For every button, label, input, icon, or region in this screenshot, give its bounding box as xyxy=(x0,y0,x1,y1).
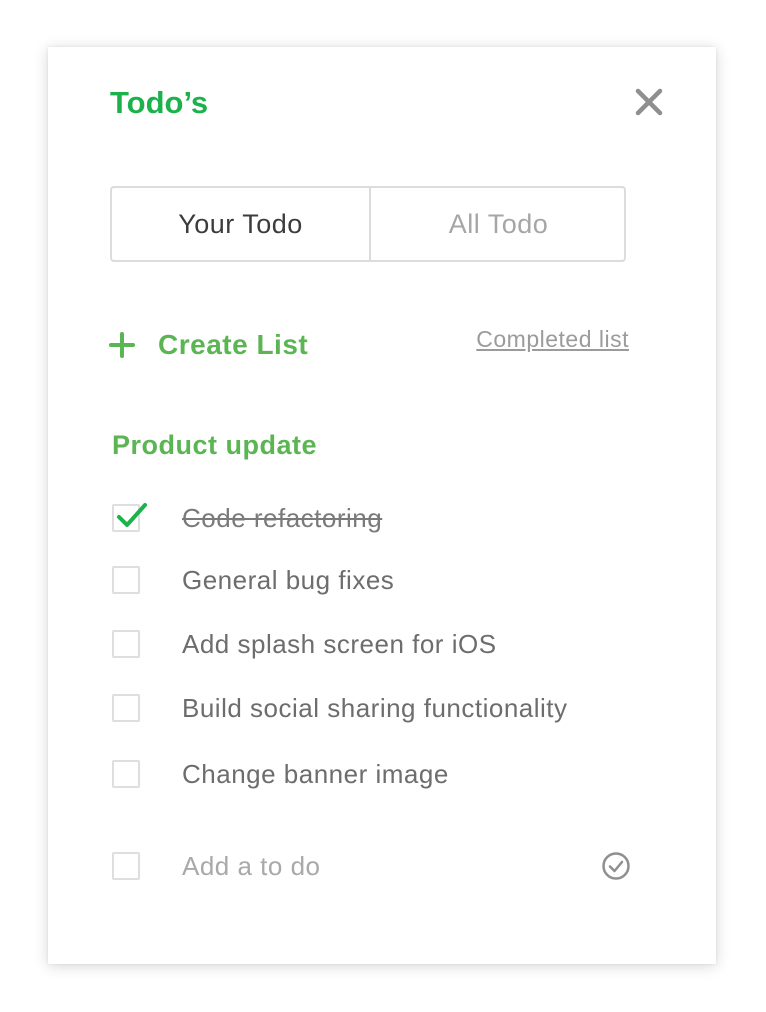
task-checkbox[interactable] xyxy=(112,503,147,532)
close-button[interactable] xyxy=(632,85,666,119)
task-label: Change banner image xyxy=(182,758,449,789)
task-label: Build social sharing functionality xyxy=(182,692,568,723)
panel-title: Todo’s xyxy=(110,85,209,120)
add-todo-input[interactable] xyxy=(182,850,592,882)
list-item: General bug fixes xyxy=(112,563,394,597)
task-checkbox[interactable] xyxy=(112,630,140,658)
plus-icon xyxy=(109,332,135,358)
list-title: Product update xyxy=(112,430,318,460)
checkmark-icon xyxy=(117,503,147,527)
list-item: Build social sharing functionality xyxy=(112,691,568,725)
add-todo-checkbox[interactable] xyxy=(112,852,140,880)
list-item: Change banner image xyxy=(112,757,449,791)
close-icon xyxy=(635,88,663,116)
task-checkbox[interactable] xyxy=(112,760,140,788)
tab-all-todo[interactable]: All Todo xyxy=(371,188,626,260)
task-label: General bug fixes xyxy=(182,564,395,595)
tab-your-todo[interactable]: Your Todo xyxy=(112,188,371,260)
todo-tabs: Your Todo All Todo xyxy=(110,186,626,262)
todo-panel: Todo’s Your Todo All Todo Create List Co… xyxy=(48,47,716,964)
confirm-add-button[interactable] xyxy=(601,851,631,881)
list-item: Add splash screen for iOS xyxy=(112,627,497,661)
create-list-label: Create List xyxy=(158,329,309,360)
task-checkbox[interactable] xyxy=(112,566,140,594)
task-checkbox[interactable] xyxy=(112,694,140,722)
completed-list-link[interactable]: Completed list xyxy=(476,326,629,353)
check-circle-icon xyxy=(602,852,630,880)
add-todo-row xyxy=(112,849,592,883)
create-list-button[interactable]: Create List xyxy=(108,325,308,365)
list-item: Code refactoring xyxy=(112,501,382,535)
task-label: Add splash screen for iOS xyxy=(182,628,497,659)
task-label: Code refactoring xyxy=(182,502,383,533)
